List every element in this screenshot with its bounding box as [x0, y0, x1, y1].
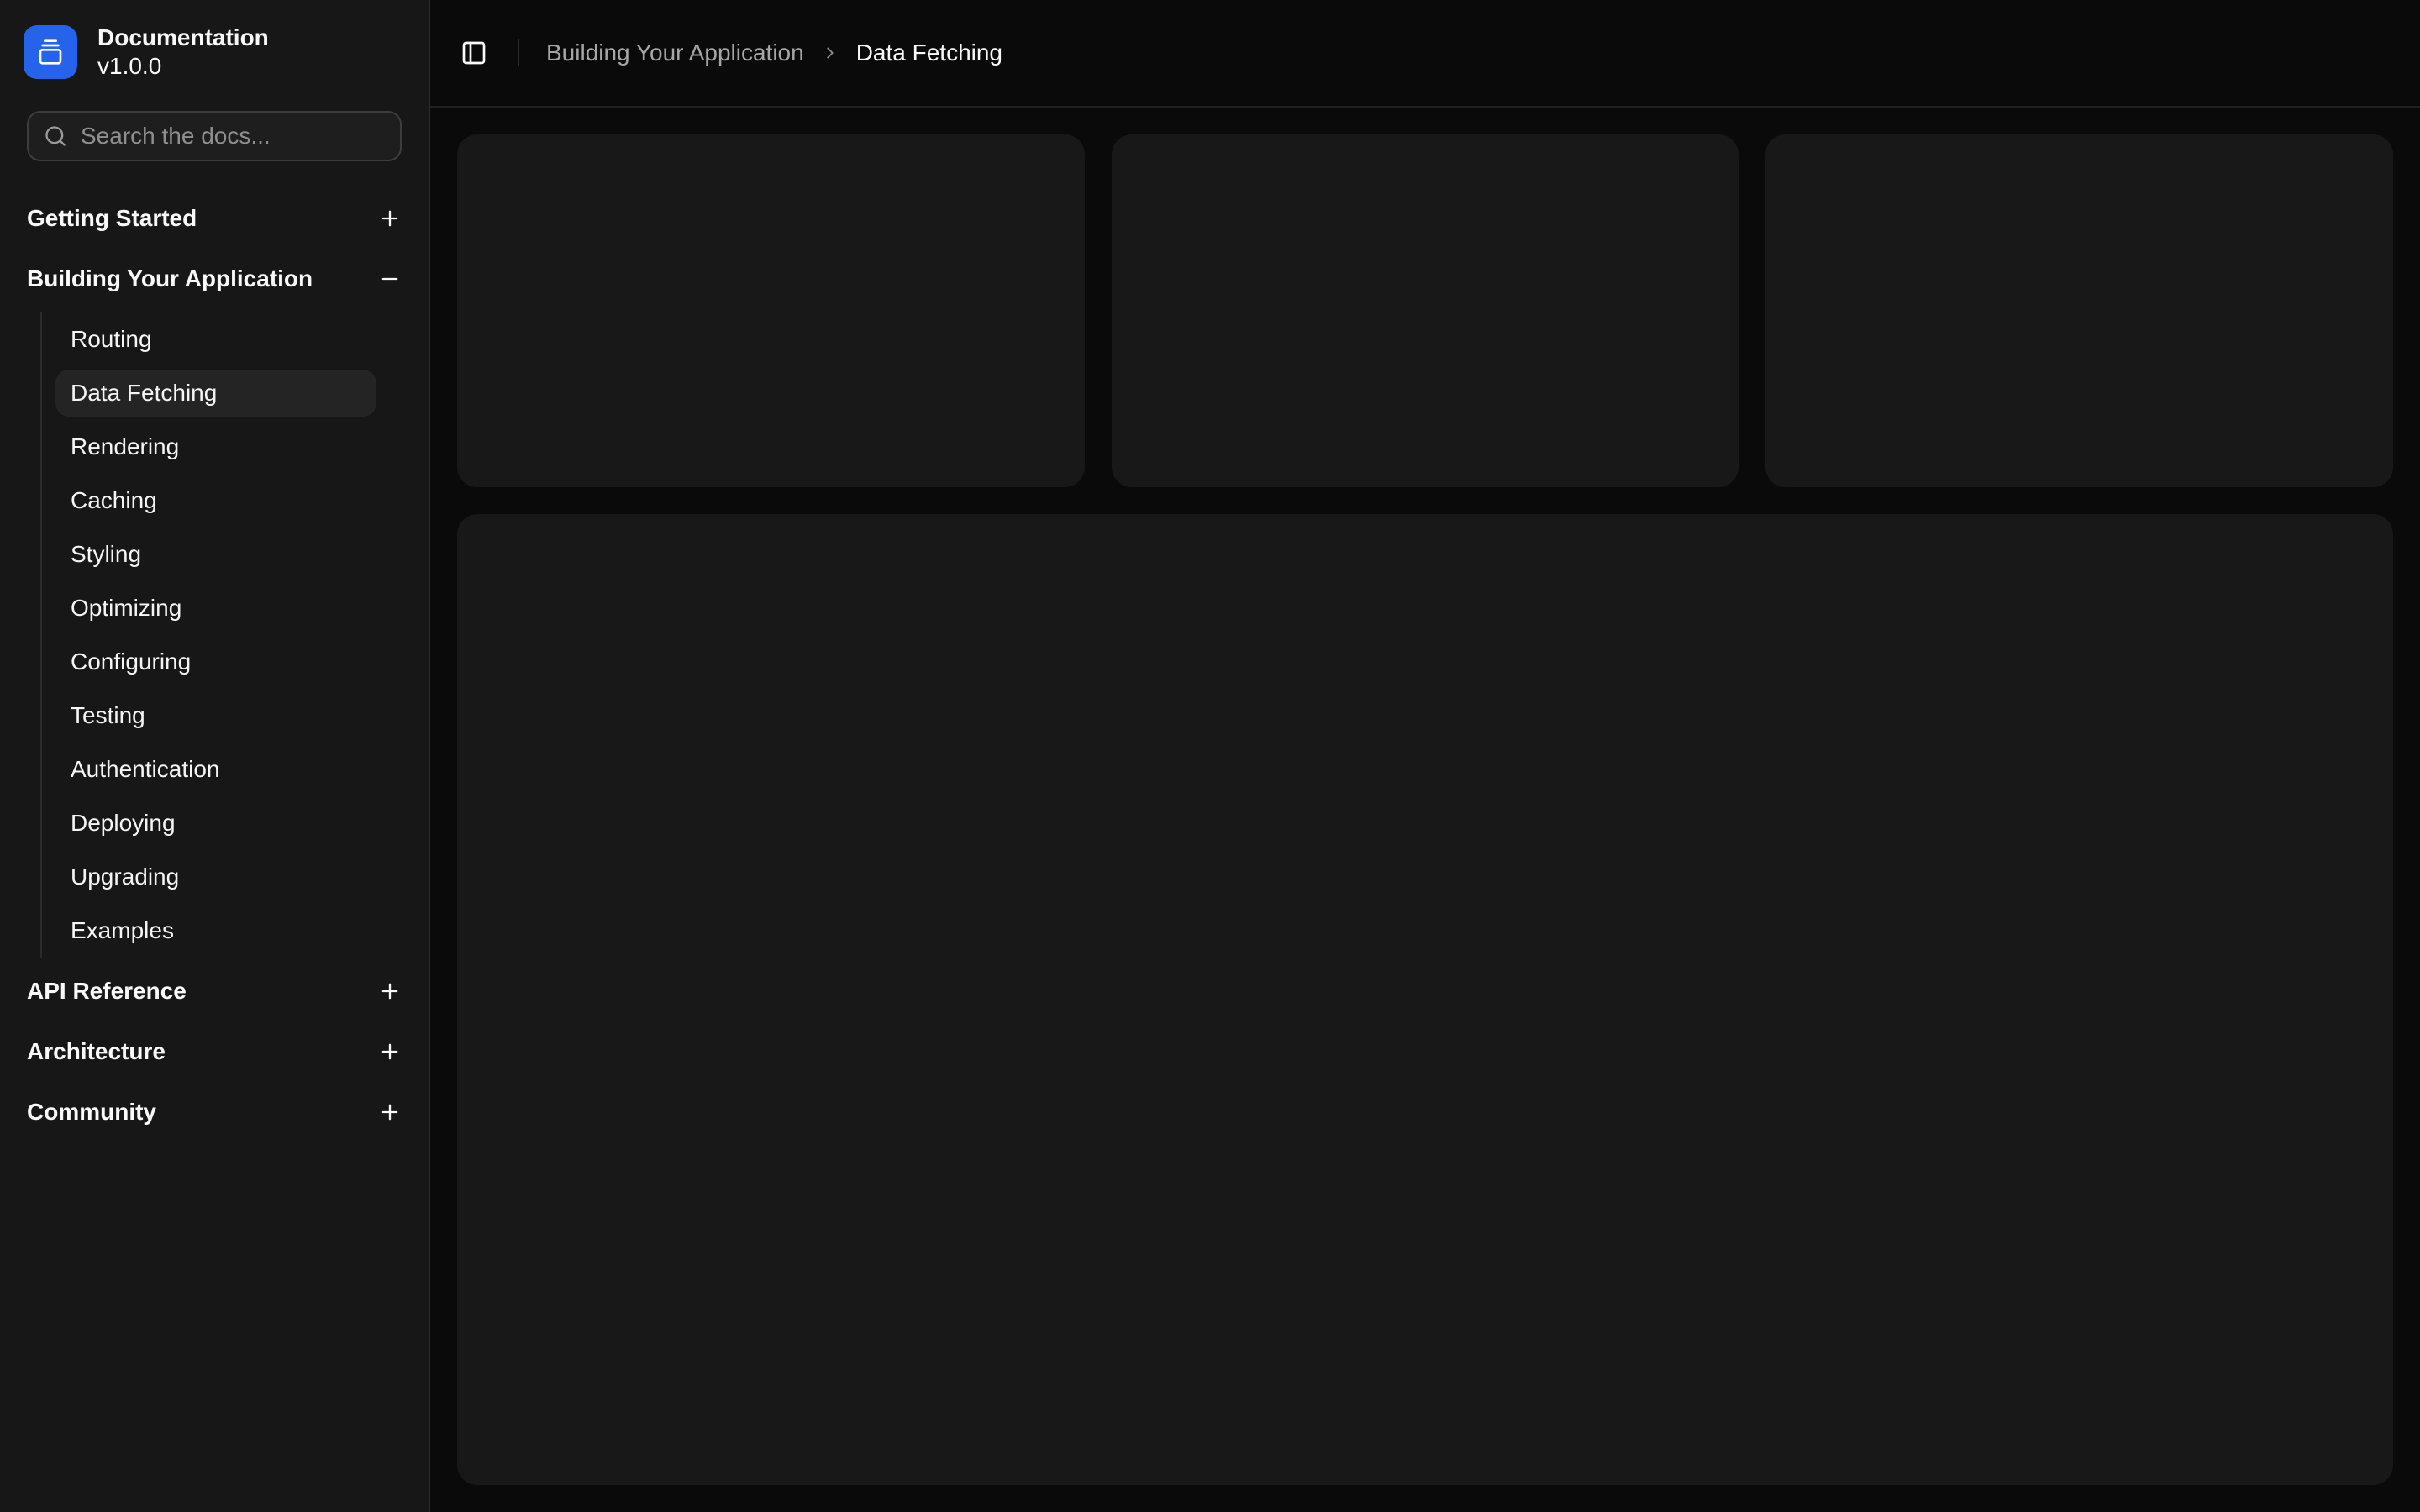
app-root: Documentation v1.0.0 Getting Started Buil…	[0, 0, 2420, 1512]
breadcrumb-parent-link[interactable]: Building Your Application	[546, 39, 804, 66]
plus-icon	[378, 207, 402, 230]
sidebar-group-architecture[interactable]: Architecture	[13, 1025, 415, 1079]
breadcrumb: Building Your Application Data Fetching	[546, 39, 1002, 66]
search-box	[27, 111, 402, 161]
header-separator	[518, 39, 519, 66]
sidebar-group-label: Building Your Application	[27, 265, 313, 292]
sidebar: Documentation v1.0.0 Getting Started Buil…	[0, 0, 430, 1512]
placeholder-card	[1112, 134, 1739, 487]
sidebar-group-getting-started[interactable]: Getting Started	[13, 192, 415, 245]
sidebar-item-configuring[interactable]: Configuring	[55, 638, 376, 685]
sidebar-toggle-button[interactable]	[450, 29, 497, 76]
sidebar-item-deploying[interactable]: Deploying	[55, 800, 376, 847]
page-content	[430, 108, 2420, 1512]
sidebar-item-examples[interactable]: Examples	[55, 907, 376, 954]
breadcrumb-current: Data Fetching	[856, 39, 1002, 66]
sidebar-group-label: Getting Started	[27, 205, 197, 232]
plus-icon	[378, 1040, 402, 1063]
placeholder-card-row	[457, 134, 2393, 487]
sidebar-group-api-reference[interactable]: API Reference	[13, 964, 415, 1018]
placeholder-card	[457, 134, 1085, 487]
sidebar-group-label: Community	[27, 1099, 156, 1126]
sidebar-item-routing[interactable]: Routing	[55, 316, 376, 363]
sidebar-group-community[interactable]: Community	[13, 1085, 415, 1139]
panel-left-icon	[460, 39, 487, 66]
sidebar-item-testing[interactable]: Testing	[55, 692, 376, 739]
sidebar-item-styling[interactable]: Styling	[55, 531, 376, 578]
sidebar-group-label: API Reference	[27, 978, 187, 1005]
placeholder-card	[1765, 134, 2393, 487]
placeholder-panel	[457, 514, 2393, 1485]
main-header: Building Your Application Data Fetching	[430, 0, 2420, 108]
sidebar-item-optimizing[interactable]: Optimizing	[55, 585, 376, 632]
sidebar-nav: Getting Started Building Your Application…	[13, 192, 415, 1146]
sidebar-item-authentication[interactable]: Authentication	[55, 746, 376, 793]
plus-icon	[378, 979, 402, 1003]
sidebar-item-rendering[interactable]: Rendering	[55, 423, 376, 470]
app-identity: Documentation v1.0.0	[97, 24, 269, 81]
app-version: v1.0.0	[97, 52, 269, 81]
app-logo	[24, 25, 77, 79]
search-icon	[44, 124, 67, 148]
sidebar-group-label: Architecture	[27, 1038, 166, 1065]
gallery-vertical-end-icon	[37, 39, 64, 66]
workspace-switcher[interactable]: Documentation v1.0.0	[13, 13, 415, 91]
sidebar-item-upgrading[interactable]: Upgrading	[55, 853, 376, 900]
plus-icon	[378, 1100, 402, 1124]
minus-icon	[378, 267, 402, 291]
sidebar-item-data-fetching[interactable]: Data Fetching	[55, 370, 376, 417]
sidebar-group-building-your-application[interactable]: Building Your Application	[13, 252, 415, 306]
app-title: Documentation	[97, 24, 269, 52]
chevron-right-icon	[821, 44, 839, 62]
sidebar-item-caching[interactable]: Caching	[55, 477, 376, 524]
search-input[interactable]	[81, 123, 385, 150]
sidebar-sub-list: Routing Data Fetching Rendering Caching Styl…	[40, 312, 376, 958]
main-area: Building Your Application Data Fetching	[430, 0, 2420, 1512]
